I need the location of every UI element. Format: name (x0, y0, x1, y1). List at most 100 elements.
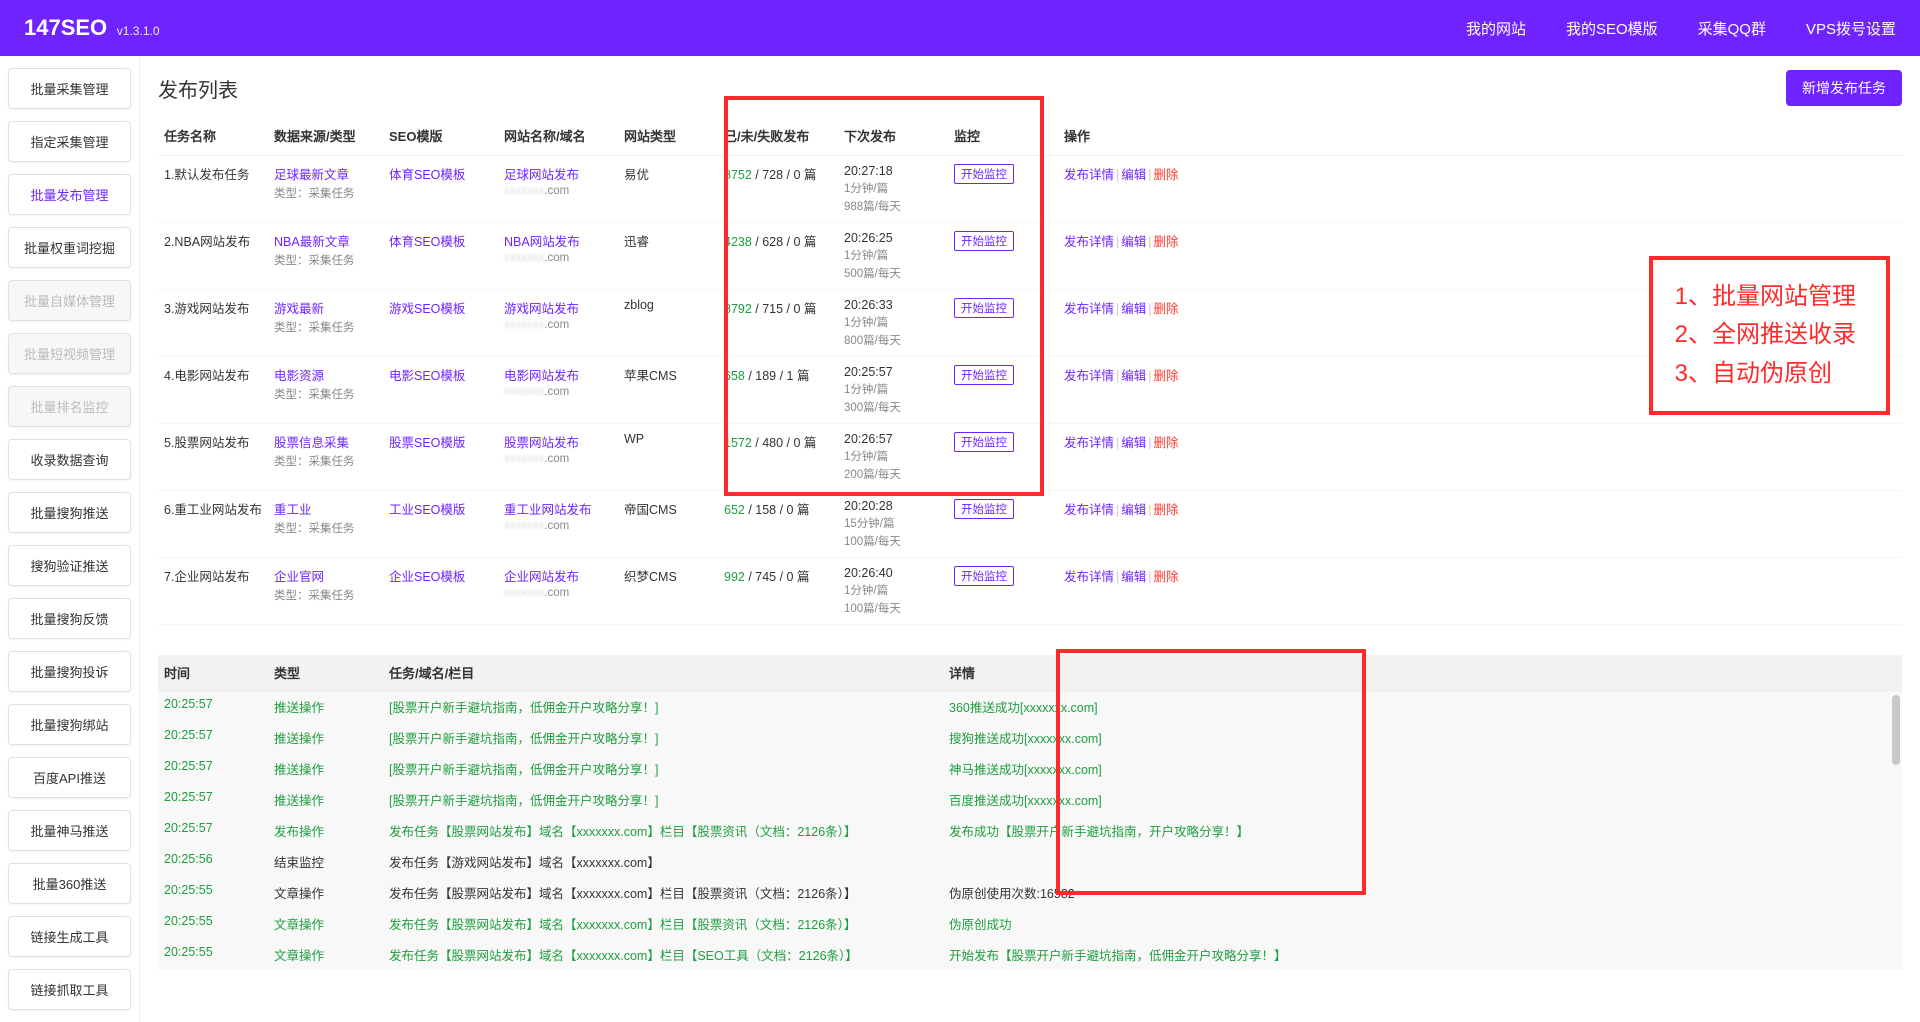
op-edit[interactable]: 编辑 (1121, 436, 1146, 450)
sidebar-item[interactable]: 批量搜狗反馈 (8, 598, 131, 639)
sidebar-item[interactable]: 批量搜狗投诉 (8, 651, 131, 692)
sidebar-item[interactable]: 批量采集管理 (8, 68, 131, 109)
monitor-button[interactable]: 开始监控 (954, 566, 1014, 586)
source-link[interactable]: NBA最新文章 (274, 235, 350, 249)
log-time: 20:25:57 (158, 784, 268, 815)
monitor-button[interactable]: 开始监控 (954, 365, 1014, 385)
op-edit[interactable]: 编辑 (1121, 369, 1146, 383)
site-link[interactable]: 企业网站发布 (504, 570, 579, 584)
sidebar-item[interactable]: 批量搜狗推送 (8, 492, 131, 533)
cell-monitor: 开始监控 (948, 223, 1058, 290)
op-delete[interactable]: 删除 (1154, 503, 1179, 517)
cell-source: NBA最新文章类型：采集任务 (268, 223, 383, 290)
col-header: 网站类型 (618, 116, 718, 156)
source-link[interactable]: 重工业 (274, 503, 312, 517)
monitor-button[interactable]: 开始监控 (954, 164, 1014, 184)
monitor-button[interactable]: 开始监控 (954, 231, 1014, 251)
op-detail[interactable]: 发布详情 (1064, 436, 1114, 450)
log-task: 发布任务【股票网站发布】域名【xxxxxxx.com】栏目【股票资讯（文档：21… (383, 815, 943, 846)
sidebar-item[interactable]: 批量权重词挖掘 (8, 227, 131, 268)
template-link[interactable]: 股票SEO模版 (389, 436, 465, 450)
col-header: 下次发布 (838, 116, 948, 156)
sidebar-item[interactable]: 链接生成工具 (8, 916, 131, 957)
op-edit[interactable]: 编辑 (1121, 302, 1146, 316)
nav-item[interactable]: 我的SEO模版 (1566, 18, 1658, 39)
op-edit[interactable]: 编辑 (1121, 503, 1146, 517)
monitor-button[interactable]: 开始监控 (954, 432, 1014, 452)
site-link[interactable]: 重工业网站发布 (504, 503, 592, 517)
template-link[interactable]: 企业SEO模板 (389, 570, 465, 584)
op-edit[interactable]: 编辑 (1121, 570, 1146, 584)
site-link[interactable]: 游戏网站发布 (504, 302, 579, 316)
nav-item[interactable]: 采集QQ群 (1698, 18, 1766, 39)
cell-template: 体育SEO模板 (383, 156, 498, 223)
cell-ops: 发布详情|编辑|删除 (1058, 558, 1902, 625)
template-link[interactable]: 体育SEO模板 (389, 235, 465, 249)
op-detail[interactable]: 发布详情 (1064, 235, 1114, 249)
site-link[interactable]: NBA网站发布 (504, 235, 580, 249)
source-link[interactable]: 股票信息采集 (274, 436, 349, 450)
sidebar-item[interactable]: 批量360推送 (8, 863, 131, 904)
template-link[interactable]: 游戏SEO模板 (389, 302, 465, 316)
op-detail[interactable]: 发布详情 (1064, 369, 1114, 383)
sidebar-item[interactable]: 批量搜狗绑站 (8, 704, 131, 745)
log-time: 20:25:57 (158, 722, 268, 753)
op-delete[interactable]: 删除 (1154, 302, 1179, 316)
cell-publish: 8792 / 715 / 0 篇 (718, 290, 838, 357)
op-detail[interactable]: 发布详情 (1064, 570, 1114, 584)
op-delete[interactable]: 删除 (1154, 369, 1179, 383)
sidebar-item[interactable]: 百度API推送 (8, 757, 131, 798)
site-link[interactable]: 股票网站发布 (504, 436, 579, 450)
cell-name: 3.游戏网站发布 (158, 290, 268, 357)
sidebar-item[interactable]: 指定采集管理 (8, 121, 131, 162)
op-delete[interactable]: 删除 (1154, 570, 1179, 584)
op-detail[interactable]: 发布详情 (1064, 503, 1114, 517)
cell-type: 苹果CMS (618, 357, 718, 424)
cell-monitor: 开始监控 (948, 290, 1058, 357)
cell-source: 重工业类型：采集任务 (268, 491, 383, 558)
template-link[interactable]: 体育SEO模板 (389, 168, 465, 182)
sidebar-item[interactable]: 搜狗验证推送 (8, 545, 131, 586)
monitor-button[interactable]: 开始监控 (954, 298, 1014, 318)
nav-item[interactable]: 我的网站 (1466, 18, 1526, 39)
col-header: 监控 (948, 116, 1058, 156)
monitor-button[interactable]: 开始监控 (954, 499, 1014, 519)
op-delete[interactable]: 删除 (1154, 168, 1179, 182)
app-header: 147SEO v1.3.1.0 我的网站我的SEO模版采集QQ群VPS拨号设置 (0, 0, 1920, 56)
sidebar-item[interactable]: 批量发布管理 (8, 174, 131, 215)
sidebar-item[interactable]: 收录数据查询 (8, 439, 131, 480)
cell-publish: 658 / 189 / 1 篇 (718, 357, 838, 424)
nav-item[interactable]: VPS拨号设置 (1806, 18, 1896, 39)
site-link[interactable]: 电影网站发布 (504, 369, 579, 383)
op-delete[interactable]: 删除 (1154, 436, 1179, 450)
log-type: 推送操作 (268, 691, 383, 723)
source-link[interactable]: 企业官网 (274, 570, 324, 584)
add-task-button[interactable]: 新增发布任务 (1786, 70, 1902, 106)
source-link[interactable]: 足球最新文章 (274, 168, 349, 182)
log-col-header: 任务/域名/栏目 (383, 655, 943, 691)
log-task: [股票开户新手避坑指南，低佣金开户攻略分享！] (383, 784, 943, 815)
cell-next: 20:27:181分钟/篇988篇/每天 (838, 156, 948, 223)
source-link[interactable]: 电影资源 (274, 369, 324, 383)
site-link[interactable]: 足球网站发布 (504, 168, 579, 182)
cell-next: 20:26:251分钟/篇500篇/每天 (838, 223, 948, 290)
log-time: 20:25:57 (158, 815, 268, 846)
log-table: 时间类型任务/域名/栏目详情 20:25:57推送操作[股票开户新手避坑指南，低… (158, 655, 1902, 970)
log-row: 20:25:55文章操作发布任务【股票网站发布】域名【xxxxxxx.com】栏… (158, 908, 1902, 939)
log-col-header: 类型 (268, 655, 383, 691)
cell-site: 企业网站发布xxxxxxx.com (498, 558, 618, 625)
source-link[interactable]: 游戏最新 (274, 302, 324, 316)
op-edit[interactable]: 编辑 (1121, 168, 1146, 182)
cell-type: WP (618, 424, 718, 491)
op-detail[interactable]: 发布详情 (1064, 302, 1114, 316)
scrollbar-thumb[interactable] (1892, 695, 1900, 765)
op-delete[interactable]: 删除 (1154, 235, 1179, 249)
sidebar-item[interactable]: 批量神马推送 (8, 810, 131, 851)
cell-site: NBA网站发布xxxxxxx.com (498, 223, 618, 290)
op-edit[interactable]: 编辑 (1121, 235, 1146, 249)
log-detail: 发布成功【股票开户新手避坑指南，开户攻略分享！】 (943, 815, 1902, 846)
sidebar-item[interactable]: 链接抓取工具 (8, 969, 131, 1010)
template-link[interactable]: 电影SEO模板 (389, 369, 465, 383)
op-detail[interactable]: 发布详情 (1064, 168, 1114, 182)
template-link[interactable]: 工业SEO模版 (389, 503, 465, 517)
